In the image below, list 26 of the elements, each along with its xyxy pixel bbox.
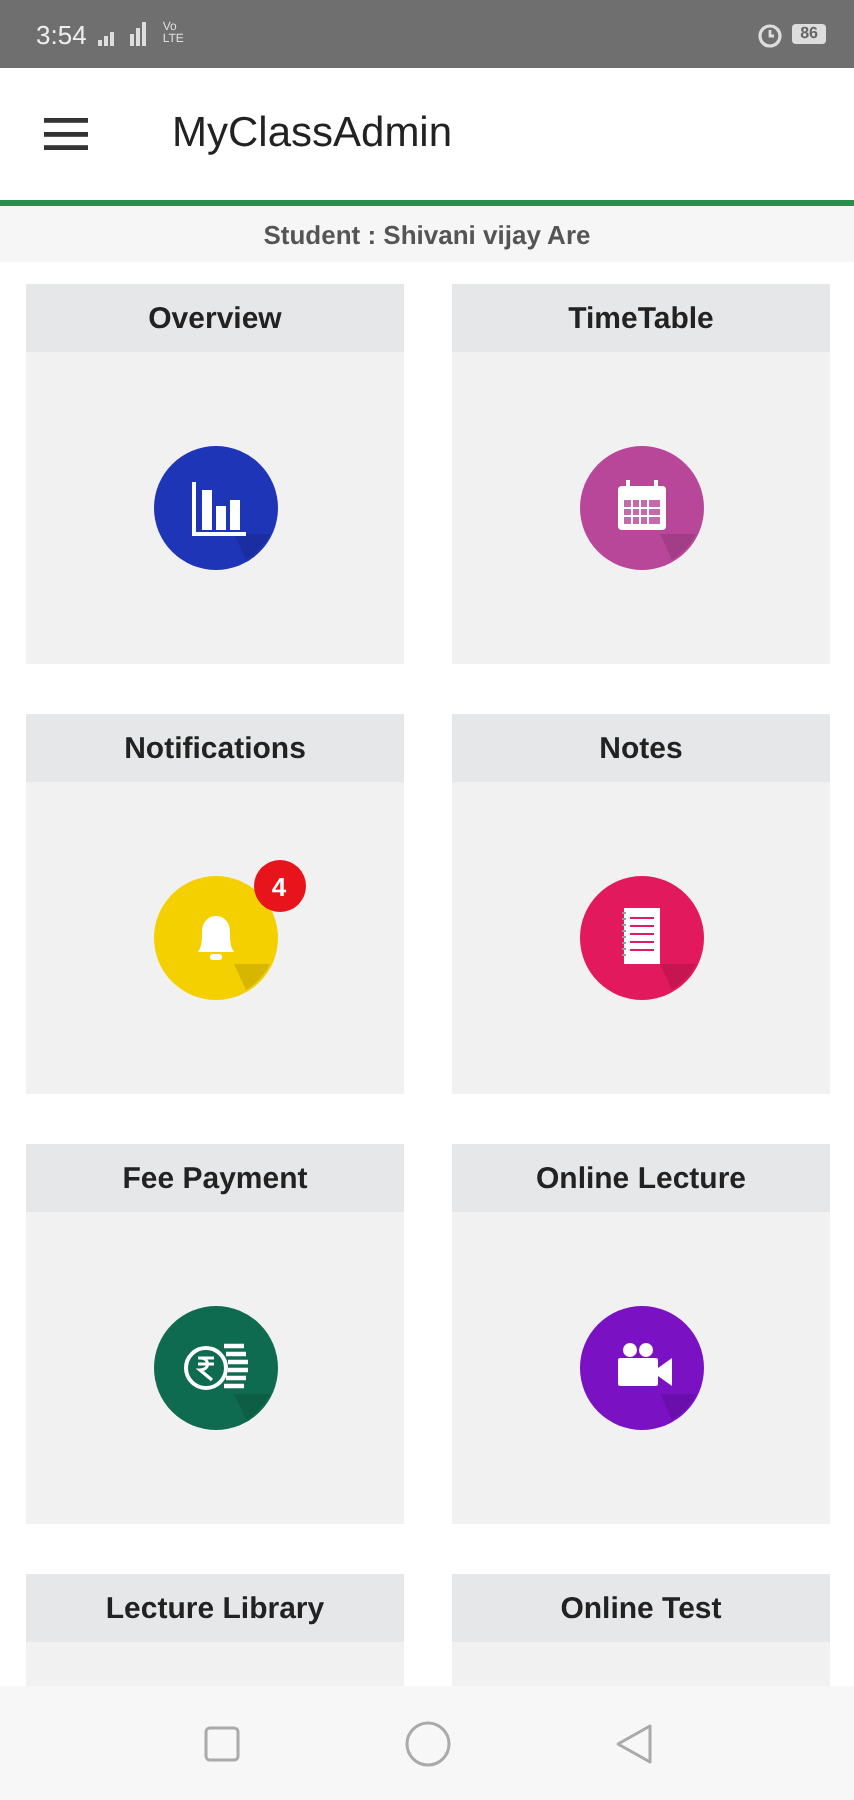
menu-tile[interactable]: Fee Payment — [26, 1144, 404, 1524]
menu-tile[interactable]: Notifications 4 — [26, 714, 404, 1094]
home-button[interactable] — [403, 1719, 451, 1767]
battery-indicator: 86 — [792, 24, 826, 44]
menu-tile[interactable]: TimeTable — [452, 284, 830, 664]
app-title: MyClassAdmin — [172, 110, 453, 158]
menu-tile[interactable]: Online Lecture — [452, 1144, 830, 1524]
menu-tile[interactable]: Online Test — [452, 1574, 830, 1686]
tile-label: Notifications — [124, 731, 306, 765]
tile-label: Online Test — [560, 1591, 722, 1625]
back-button[interactable] — [613, 1721, 653, 1765]
tile-label: Online Lecture — [535, 1161, 747, 1195]
menu-icon[interactable] — [44, 118, 88, 150]
tile-label: Fee Payment — [122, 1161, 308, 1195]
menu-tile[interactable]: Notes — [452, 714, 830, 1094]
tile-label: Lecture Library — [105, 1591, 325, 1625]
alarm-clock-icon — [756, 20, 785, 48]
tile-label: Overview — [148, 301, 282, 335]
clock: 3:54 — [36, 19, 87, 49]
recent-apps-button[interactable] — [201, 1723, 241, 1763]
menu-tile[interactable]: Overview — [26, 284, 404, 664]
menu-tile[interactable]: Lecture Library — [26, 1574, 404, 1686]
student-name: Student : Shivani vijay Are — [0, 206, 854, 262]
notification-count: 4 — [253, 860, 305, 912]
tile-label: TimeTable — [568, 301, 714, 335]
tile-label: Notes — [599, 731, 683, 765]
